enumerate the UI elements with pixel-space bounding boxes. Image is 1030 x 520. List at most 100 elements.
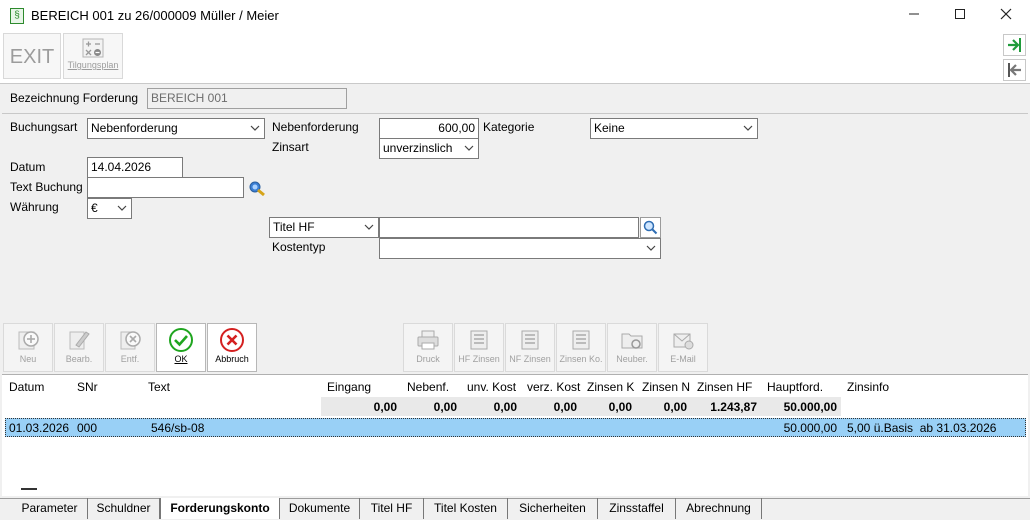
abbruch-button[interactable]: Abbruch [207,323,257,372]
ok-label: OK [174,354,188,364]
grid-splitter[interactable] [21,488,37,490]
col-header-datum[interactable]: Datum [9,380,44,394]
close-button[interactable] [983,2,1029,30]
row-zinsinfo: 5,00 ü.Basis ab 31.03.2026 [847,421,997,435]
interest-calc-icon [470,330,488,350]
nf-zinsen-label: NF Zinsen [509,354,551,364]
tab-titel-kosten[interactable]: Titel Kosten [424,498,508,519]
close-icon [1000,8,1012,20]
bezeichnung-field[interactable]: BEREICH 001 [147,88,347,109]
total-nebenf: 0,00 [433,400,457,414]
waehrung-label: Währung [10,200,59,214]
binoculars-icon [249,181,265,197]
buchungsart-dropdown[interactable]: Nebenforderung [87,118,265,139]
waehrung-dropdown[interactable]: € [87,198,132,219]
neu-button[interactable]: Neu [3,323,53,372]
total-zinsen-k: 0,00 [608,400,632,414]
bezeichnung-label: Bezeichnung Forderung [10,91,139,105]
kategorie-dropdown[interactable]: Keine [590,118,758,139]
col-header-zinsen-n[interactable]: Zinsen N [642,380,692,394]
neu-label: Neu [19,354,37,364]
tilgungsplan-button[interactable]: Tilgungsplan [63,33,123,79]
total-zinsen-n: 0,00 [663,400,687,414]
bearbeiten-label: Bearb. [65,354,93,364]
col-header-snr[interactable]: SNr [77,380,98,394]
nav-back-button[interactable] [1003,59,1026,81]
text-buchung-field[interactable] [87,177,244,198]
total-hauptford: 50.000,00 [783,400,837,414]
zinsen-ko-button[interactable]: Zinsen Ko. [556,323,606,372]
window-title: BEREICH 001 zu 26/000009 Müller / Meier [31,8,279,23]
kategorie-value: Keine [594,121,625,135]
col-header-unv-kost[interactable]: unv. Kost [467,380,516,394]
chevron-down-icon [646,245,656,251]
titel-hf-dropdown[interactable]: Titel HF [269,217,379,238]
tab-abrechnung[interactable]: Abrechnung [676,498,762,519]
col-header-text[interactable]: Text [148,380,170,394]
arrow-left-to-bar-icon [1008,63,1021,77]
druck-label: Druck [416,354,440,364]
col-header-nebenf[interactable]: Nebenf. [407,380,449,394]
zinsart-label: Zinsart [272,140,309,154]
calculator-icon [82,38,104,58]
entfernen-button[interactable]: Entf. [105,323,155,372]
col-header-zinsen-k[interactable]: Zinsen K [587,380,637,394]
chevron-down-icon [117,205,127,211]
divider [2,113,1028,114]
kostentyp-dropdown[interactable] [379,238,661,259]
col-header-zinsen-hf[interactable]: Zinsen HF [697,380,752,394]
datum-label: Datum [10,160,46,174]
chevron-down-icon [743,125,753,131]
app-icon: § [10,8,24,24]
col-header-zinsinfo[interactable]: Zinsinfo [847,380,889,394]
total-zinsen-hf: 1.243,87 [710,400,757,414]
maximize-button[interactable] [937,2,983,30]
total-eingang: 0,00 [373,400,397,414]
abbruch-label: Abbruch [215,354,249,364]
nf-zinsen-button[interactable]: NF Zinsen [505,323,555,372]
nav-forward-button[interactable] [1003,34,1026,56]
toolbar [0,32,1030,84]
col-header-hauptford[interactable]: Hauptford. [767,380,823,394]
tab-sicherheiten[interactable]: Sicherheiten [508,498,598,519]
col-header-eingang[interactable]: Eingang [327,380,371,394]
zinsart-dropdown[interactable]: unverzinslich [379,138,479,159]
text-lookup-button[interactable] [247,178,267,198]
titel-search-field[interactable] [379,217,639,238]
neuberechnung-button[interactable]: Neuber. [607,323,657,372]
delete-circle-icon [120,331,141,350]
kategorie-label: Kategorie [483,120,535,134]
tab-titel-hf[interactable]: Titel HF [360,498,424,519]
titel-search-button[interactable] [640,217,661,238]
tab-parameter[interactable]: Parameter [12,498,88,519]
zinsen-ko-label: Zinsen Ko. [559,354,603,364]
nebenforderung-label: Nebenforderung [272,120,359,134]
ok-button[interactable]: OK [156,323,206,372]
hf-zinsen-button[interactable]: HF Zinsen [454,323,504,372]
waehrung-value: € [91,201,98,215]
tab-forderungskonto[interactable]: Forderungskonto [160,498,280,519]
minimize-button[interactable] [891,2,937,30]
nebenforderung-field[interactable]: 600,00 [379,118,479,139]
printer-icon [417,330,439,350]
interest-calc-icon [521,330,539,350]
bearbeiten-button[interactable]: Bearb. [54,323,104,372]
arrow-right-to-bar-icon [1008,38,1021,52]
text-buchung-label: Text Buchung [10,180,83,194]
druck-button[interactable]: Druck [403,323,453,372]
neuberechnung-label: Neuber. [616,354,648,364]
hf-zinsen-label: HF Zinsen [458,354,500,364]
tab-schuldner[interactable]: Schuldner [88,498,160,519]
buchungsart-label: Buchungsart [10,120,78,134]
minimize-icon [909,13,919,15]
add-circle-icon [18,331,39,350]
tab-zinsstaffel[interactable]: Zinsstaffel [598,498,676,519]
chevron-down-icon [364,224,374,230]
interest-calc-icon [572,330,590,350]
datum-field[interactable]: 14.04.2026 [87,157,183,178]
email-button[interactable]: E-Mail [658,323,708,372]
col-header-verz-kost[interactable]: verz. Kost [527,380,580,394]
tab-dokumente[interactable]: Dokumente [280,498,360,519]
exit-button[interactable]: EXIT [3,33,61,79]
titel-hf-value: Titel HF [273,220,315,234]
